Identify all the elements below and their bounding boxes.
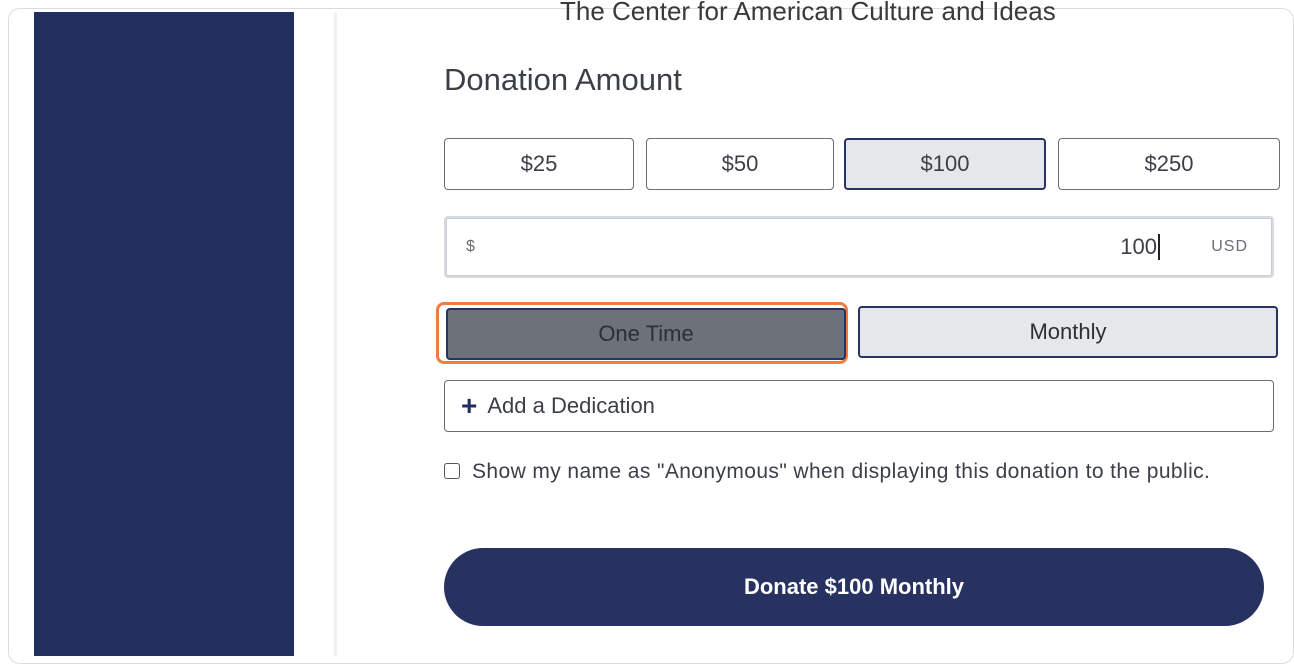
add-dedication-button[interactable]: + Add a Dedication (444, 380, 1274, 432)
donation-amount-title: Donation Amount (444, 62, 682, 97)
anonymous-option: Show my name as "Anonymous" when display… (444, 456, 1254, 488)
amount-value[interactable]: 100 (1120, 234, 1160, 260)
currency-symbol: $ (466, 238, 475, 255)
anonymous-checkbox[interactable] (444, 463, 460, 479)
amount-button-250[interactable]: $250 (1058, 138, 1280, 190)
amount-button-100[interactable]: $100 (844, 138, 1046, 190)
custom-amount-input[interactable]: $ 100 USD (444, 216, 1274, 278)
amount-button-25[interactable]: $25 (444, 138, 634, 190)
panel-divider (334, 12, 337, 656)
currency-code: USD (1211, 238, 1248, 255)
one-time-button[interactable]: One Time (446, 308, 846, 360)
anonymous-label[interactable]: Show my name as "Anonymous" when display… (472, 456, 1210, 488)
amount-button-50[interactable]: $50 (646, 138, 834, 190)
monthly-button[interactable]: Monthly (858, 306, 1278, 358)
add-dedication-label: Add a Dedication (487, 393, 655, 418)
organization-name: The Center for American Culture and Idea… (560, 0, 1056, 26)
plus-icon: + (461, 390, 478, 421)
donate-button[interactable]: Donate $100 Monthly (444, 548, 1264, 626)
sidebar-panel (34, 12, 294, 656)
